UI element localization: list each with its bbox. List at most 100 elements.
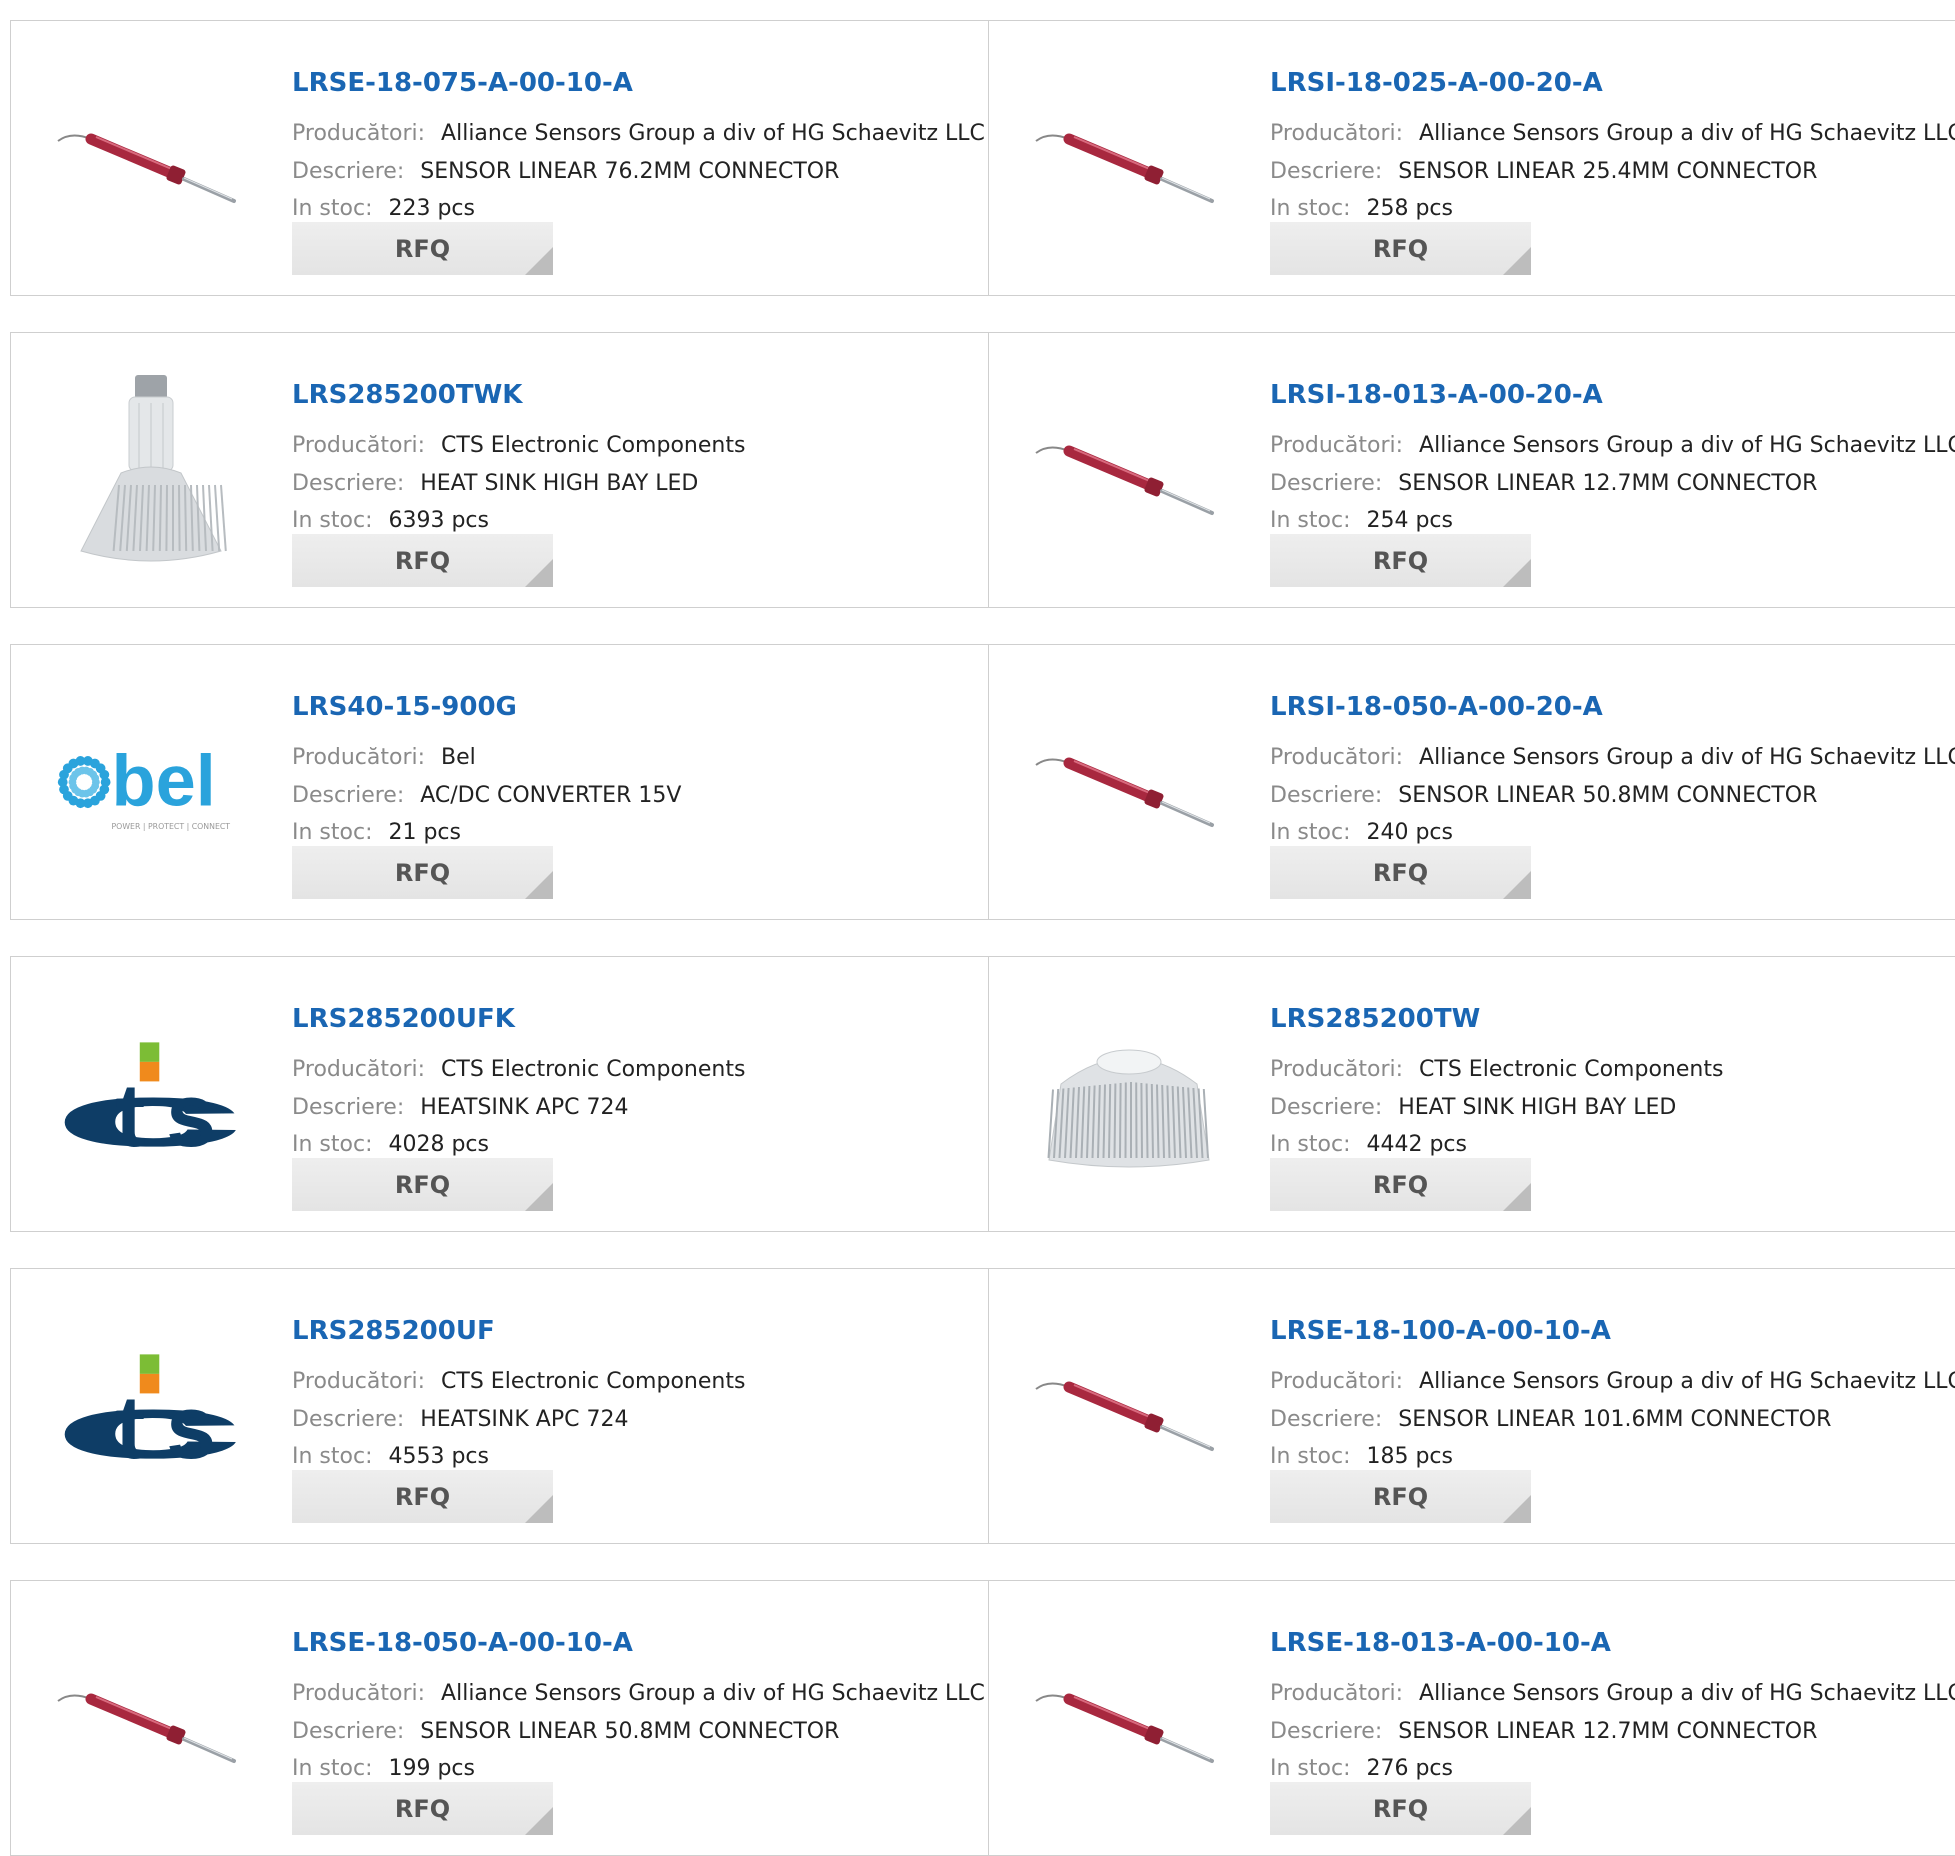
part-number-link[interactable]: LRSE-18-013-A-00-10-A bbox=[1270, 1628, 1611, 1658]
stock-row: In stoc: 223 pcs bbox=[292, 196, 475, 221]
rfq-label: RFQ bbox=[395, 859, 450, 887]
product-image[interactable] bbox=[51, 373, 251, 573]
corner-triangle-icon bbox=[1503, 247, 1531, 275]
rfq-button[interactable]: RFQ bbox=[292, 222, 553, 275]
rfq-label: RFQ bbox=[1373, 859, 1428, 887]
product-image[interactable]: bel POWER | PROTECT | CONNECT bbox=[51, 685, 251, 885]
corner-triangle-icon bbox=[1503, 1495, 1531, 1523]
stock-label: In stoc: bbox=[292, 1132, 372, 1157]
product-image[interactable] bbox=[1029, 1621, 1229, 1821]
part-number-link[interactable]: LRSI-18-050-A-00-20-A bbox=[1270, 692, 1603, 722]
rfq-button[interactable]: RFQ bbox=[292, 1158, 553, 1211]
stock-row: In stoc:6393 pcs bbox=[292, 508, 489, 533]
part-number-link[interactable]: LRS285200TWK bbox=[292, 380, 522, 410]
stock-value: 223 pcs bbox=[388, 196, 475, 221]
stock-value: 4442 pcs bbox=[1366, 1132, 1467, 1157]
stock-value: 240 pcs bbox=[1366, 820, 1453, 845]
product-image[interactable] bbox=[1029, 373, 1229, 573]
description-value: HEAT SINK HIGH BAY LED bbox=[1398, 1095, 1676, 1120]
rfq-button[interactable]: RFQ bbox=[292, 846, 553, 899]
product-image[interactable] bbox=[1029, 685, 1229, 885]
svg-text:c: c bbox=[51, 1065, 246, 1159]
rfq-button[interactable]: RFQ bbox=[1270, 1470, 1531, 1523]
product-image[interactable] bbox=[1029, 61, 1229, 261]
logo-tagline: POWER | PROTECT | CONNECT bbox=[111, 822, 230, 831]
corner-triangle-icon bbox=[525, 1807, 553, 1835]
manufacturer-row: Producători:Alliance Sensors Group a div… bbox=[1270, 1681, 1955, 1706]
product-image[interactable] bbox=[1029, 997, 1229, 1197]
corner-triangle-icon bbox=[525, 1495, 553, 1523]
part-number-link[interactable]: LRS285200TW bbox=[1270, 1004, 1480, 1034]
rfq-button[interactable]: RFQ bbox=[292, 1782, 553, 1835]
svg-text:s: s bbox=[166, 1377, 216, 1471]
description-value: SENSOR LINEAR 25.4MM CONNECTOR bbox=[1398, 159, 1817, 184]
product-image[interactable] bbox=[1029, 1309, 1229, 1509]
description-label: Descriere: bbox=[1270, 159, 1382, 184]
stock-label: In stoc: bbox=[1270, 508, 1350, 533]
product-grid: LRSE-18-075-A-00-10-A Producători:Allian… bbox=[0, 0, 1955, 1834]
rfq-label: RFQ bbox=[395, 1483, 450, 1511]
linear-sensor-icon bbox=[1034, 101, 1224, 221]
description-value: HEAT SINK HIGH BAY LED bbox=[420, 471, 698, 496]
description-row: Descriere:SENSOR LINEAR 50.8MM CONNECTOR bbox=[1270, 783, 1817, 808]
rfq-button[interactable]: RFQ bbox=[292, 534, 553, 587]
rfq-label: RFQ bbox=[1373, 547, 1428, 575]
stock-row: In stoc:185 pcs bbox=[1270, 1444, 1453, 1469]
description-label: Descriere: bbox=[1270, 1719, 1382, 1744]
rfq-label: RFQ bbox=[1373, 1483, 1428, 1511]
rfq-button[interactable]: RFQ bbox=[1270, 1782, 1531, 1835]
stock-label: In stoc: bbox=[1270, 1756, 1350, 1781]
corner-triangle-icon bbox=[1503, 1807, 1531, 1835]
part-number-link[interactable]: LRS285200UF bbox=[292, 1316, 495, 1346]
rfq-button[interactable]: RFQ bbox=[1270, 846, 1531, 899]
stock-label: In stoc: bbox=[292, 820, 372, 845]
product-image[interactable]: c t s bbox=[51, 997, 251, 1197]
svg-text:t: t bbox=[115, 1377, 145, 1471]
rfq-label: RFQ bbox=[395, 1171, 450, 1199]
stock-value: 4553 pcs bbox=[388, 1444, 489, 1469]
description-row: Descriere:SENSOR LINEAR 50.8MM CONNECTOR bbox=[292, 1719, 839, 1744]
product-card: LRS285200TWK Producători:CTS Electronic … bbox=[10, 332, 989, 608]
manufacturer-label: Producători: bbox=[1270, 1369, 1403, 1394]
product-card: c t s LRS285200UF Producători:CTS Electr… bbox=[10, 1268, 989, 1544]
stock-row: In stoc: 4442 pcs bbox=[1270, 1132, 1467, 1157]
corner-triangle-icon bbox=[525, 247, 553, 275]
product-card: LRSE-18-075-A-00-10-A Producători:Allian… bbox=[10, 20, 989, 296]
manufacturer-row: Producători:CTS Electronic Components bbox=[292, 1057, 745, 1082]
product-image[interactable] bbox=[51, 1621, 251, 1821]
rfq-button[interactable]: RFQ bbox=[292, 1470, 553, 1523]
manufacturer-value: Alliance Sensors Group a div of HG Schae… bbox=[1419, 121, 1955, 146]
description-row: Descriere: SENSOR LINEAR 25.4MM CONNECTOR bbox=[1270, 159, 1817, 184]
linear-sensor-icon bbox=[56, 1661, 246, 1781]
description-label: Descriere: bbox=[292, 1407, 404, 1432]
stock-value: 21 pcs bbox=[388, 820, 461, 845]
stock-row: In stoc:4553 pcs bbox=[292, 1444, 489, 1469]
description-label: Descriere: bbox=[1270, 1407, 1382, 1432]
rfq-button[interactable]: RFQ bbox=[1270, 1158, 1531, 1211]
description-label: Descriere: bbox=[1270, 1095, 1382, 1120]
stock-label: In stoc: bbox=[292, 196, 372, 221]
product-image[interactable]: c t s bbox=[51, 1309, 251, 1509]
manufacturer-value: Bel bbox=[441, 745, 476, 770]
part-number-link[interactable]: LRS40-15-900G bbox=[292, 692, 517, 722]
description-value: SENSOR LINEAR 12.7MM CONNECTOR bbox=[1398, 1719, 1817, 1744]
part-number-link[interactable]: LRSI-18-013-A-00-20-A bbox=[1270, 380, 1603, 410]
manufacturer-value: CTS Electronic Components bbox=[441, 1057, 745, 1082]
product-image[interactable] bbox=[51, 61, 251, 261]
rfq-button[interactable]: RFQ bbox=[1270, 534, 1531, 587]
rfq-label: RFQ bbox=[1373, 235, 1428, 263]
corner-triangle-icon bbox=[525, 1183, 553, 1211]
manufacturer-row: Producători:Alliance Sensors Group a div… bbox=[1270, 433, 1955, 458]
stock-label: In stoc: bbox=[1270, 820, 1350, 845]
stock-label: In stoc: bbox=[1270, 1444, 1350, 1469]
corner-triangle-icon bbox=[525, 559, 553, 587]
part-number-link[interactable]: LRSI-18-025-A-00-20-A bbox=[1270, 68, 1603, 98]
linear-sensor-icon bbox=[1034, 725, 1224, 845]
part-number-link[interactable]: LRSE-18-075-A-00-10-A bbox=[292, 68, 633, 98]
linear-sensor-icon bbox=[1034, 1661, 1224, 1781]
part-number-link[interactable]: LRS285200UFK bbox=[292, 1004, 515, 1034]
part-number-link[interactable]: LRSE-18-050-A-00-10-A bbox=[292, 1628, 633, 1658]
part-number-link[interactable]: LRSE-18-100-A-00-10-A bbox=[1270, 1316, 1611, 1346]
stock-label: In stoc: bbox=[1270, 1132, 1350, 1157]
rfq-button[interactable]: RFQ bbox=[1270, 222, 1531, 275]
